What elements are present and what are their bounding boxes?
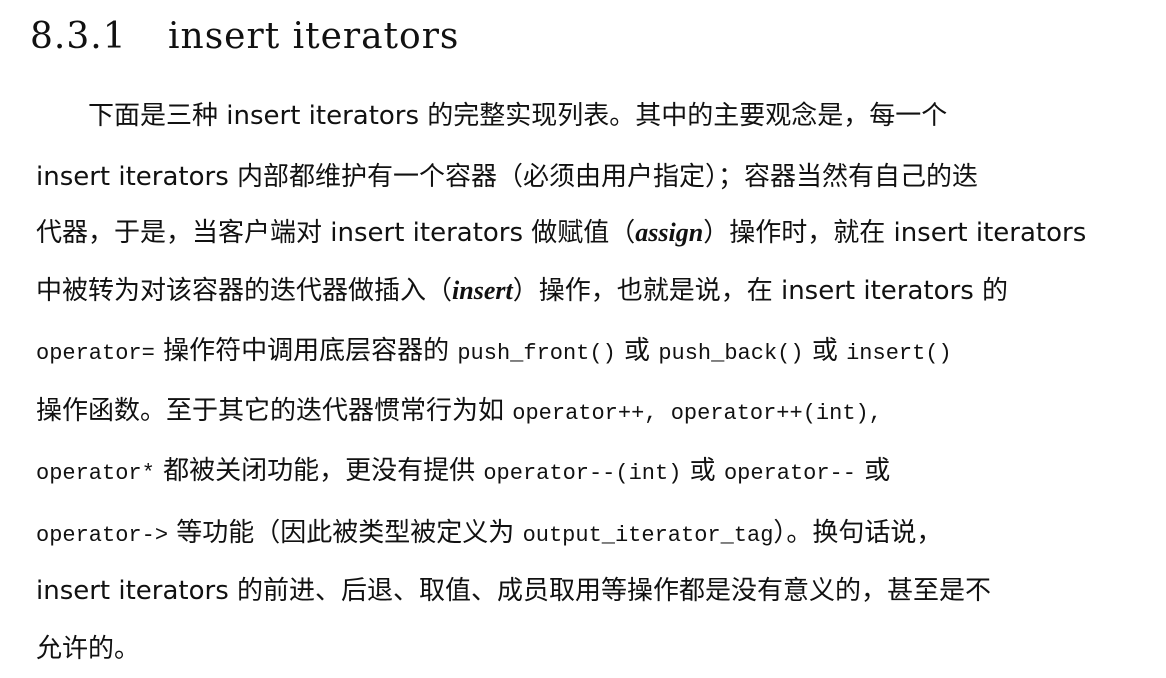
code-output-iterator-tag: output_iterator_tag xyxy=(522,523,774,548)
code-push-front: push_front() xyxy=(457,341,616,366)
text-run: 或 xyxy=(855,456,891,486)
text-run: 允许的。 xyxy=(36,634,141,664)
paragraph-line-6: 操作函数。至于其它的迭代器惯常行为如 operator++, operator+… xyxy=(36,386,882,436)
italic-term-assign: assign xyxy=(635,218,704,247)
paragraph-line-9: insert iterators 的前进、后退、取值、成员取用等操作都是没有意义… xyxy=(36,566,991,616)
code-operator-deref: operator* xyxy=(36,461,155,486)
text-run: 都被关闭功能，更没有提供 xyxy=(154,456,484,486)
text-run: 等功能（因此被类型被定义为 xyxy=(168,518,523,548)
text-run: 代器，于是，当客户端对 insert iterators 做赋值（ xyxy=(36,218,636,248)
code-insert: insert() xyxy=(846,341,952,366)
text-run: 或 xyxy=(681,456,724,486)
code-operator-decrement-int: operator--(int) xyxy=(483,461,682,486)
section-heading: 8.3.1 insert iterators xyxy=(30,14,459,60)
section-number: 8.3.1 xyxy=(30,16,127,57)
text-run: 下面是三种 insert iterators 的完整实现列表。其中的主要观念是，… xyxy=(88,101,948,131)
paragraph-line-5: operator= 操作符中调用底层容器的 push_front() 或 pus… xyxy=(36,326,952,376)
text-run: 或 xyxy=(803,336,847,366)
italic-term-insert: insert xyxy=(452,276,513,305)
document-page: 8.3.1 insert iterators 下面是三种 insert itera… xyxy=(0,0,1166,678)
text-run: ）操作时，就在 insert iterators xyxy=(703,218,1087,248)
paragraph-line-8: operator-> 等功能（因此被类型被定义为 output_iterator… xyxy=(36,508,942,558)
paragraph-line-1: 下面是三种 insert iterators 的完整实现列表。其中的主要观念是，… xyxy=(88,91,947,141)
text-run: ）操作，也就是说，在 insert iterators 的 xyxy=(512,276,1008,306)
text-run: insert iterators 的前进、后退、取值、成员取用等操作都是没有意义… xyxy=(36,576,992,606)
text-run: 操作符中调用底层容器的 xyxy=(154,336,458,366)
paragraph-line-2: insert iterators 内部都维护有一个容器（必须由用户指定）；容器当… xyxy=(36,152,978,202)
text-run: 中被转为对该容器的迭代器做插入（ xyxy=(36,276,453,306)
code-operator-arrow: operator-> xyxy=(36,523,169,548)
paragraph-line-3: 代器，于是，当客户端对 insert iterators 做赋值（assign）… xyxy=(36,208,1086,258)
section-title: insert iterators xyxy=(168,16,460,57)
code-operator-assign: operator= xyxy=(36,341,155,366)
text-run: insert iterators 内部都维护有一个容器（必须由用户指定）；容器当… xyxy=(36,162,979,192)
text-run: 操作函数。至于其它的迭代器惯常行为如 xyxy=(36,396,513,426)
text-run: ）。换句话说， xyxy=(773,518,943,548)
code-operator-decrement: operator-- xyxy=(723,461,856,486)
paragraph-line-10: 允许的。 xyxy=(36,624,140,674)
code-operator-increment: operator++, operator++(int), xyxy=(512,401,882,426)
paragraph-line-7: operator* 都被关闭功能，更没有提供 operator--(int) 或… xyxy=(36,446,890,496)
text-run: 或 xyxy=(615,336,659,366)
paragraph-line-4: 中被转为对该容器的迭代器做插入（insert）操作，也就是说，在 insert … xyxy=(36,266,1008,316)
code-push-back: push_back() xyxy=(658,341,804,366)
